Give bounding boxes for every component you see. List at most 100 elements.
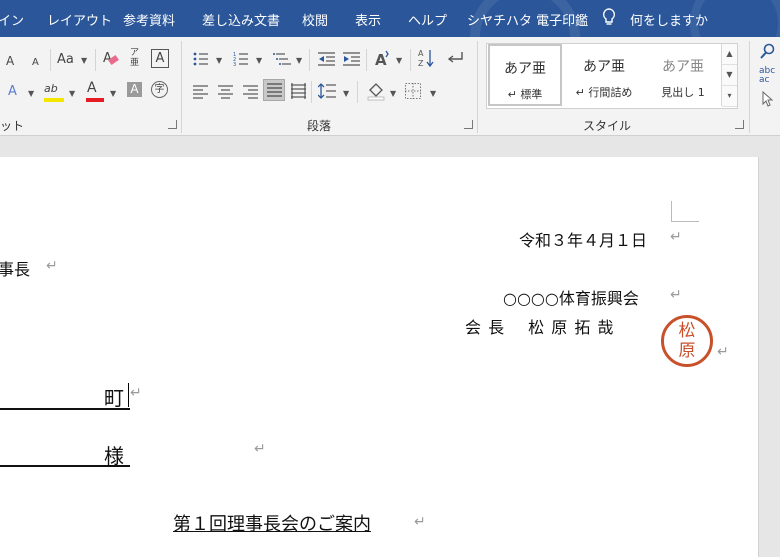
text-effects-button[interactable]: A — [8, 83, 17, 101]
style-normal[interactable]: あア亜 ↵ 標準 — [488, 44, 562, 106]
style-name: ↵ 行間詰め — [575, 86, 633, 99]
chevron-down-icon[interactable]: ▼ — [343, 89, 349, 98]
divider — [366, 49, 367, 71]
tab-mailings[interactable]: 差し込み文書 — [202, 10, 280, 29]
honorific: 様 — [104, 444, 124, 468]
seal-char: 原 — [678, 341, 696, 361]
phonetic-icon: 亜 — [130, 58, 140, 68]
enclose-characters-button[interactable]: A — [151, 49, 169, 68]
multilevel-list-icon[interactable] — [273, 51, 291, 71]
chevron-down-icon[interactable]: ▼ — [110, 89, 116, 98]
decrease-indent-icon[interactable] — [318, 51, 336, 71]
select-cursor-icon[interactable] — [762, 90, 774, 111]
borders-icon[interactable] — [405, 83, 421, 103]
divider — [95, 49, 96, 71]
replace-icon[interactable]: abc ac — [759, 67, 775, 85]
numbering-icon[interactable]: 123 — [233, 51, 249, 71]
bullets-icon[interactable] — [193, 51, 209, 71]
show-paragraph-marks-icon[interactable] — [446, 50, 464, 70]
recipient-title: 事長 — [0, 260, 31, 279]
sender-organization: ○○○○体育振興会 — [503, 289, 639, 308]
document-page[interactable]: 令和３年４月１日 ↵ 事長 ↵ ○○○○体育振興会 ↵ 会 長 松 原 拓 哉 … — [0, 157, 759, 557]
tab-help[interactable]: ヘルプ — [408, 10, 447, 29]
name-seal-stamp: 松 原 — [661, 315, 713, 367]
divider — [357, 81, 358, 103]
text-cursor — [128, 383, 129, 407]
menu-bar: イン レイアウト 参考資料 差し込み文書 校閲 表示 ヘルプ シヤチハタ 電子印… — [0, 0, 780, 92]
tab-design[interactable]: イン — [0, 10, 24, 29]
chevron-down-icon[interactable]: ▼ — [396, 56, 402, 65]
divider — [309, 49, 310, 71]
scroll-down-icon[interactable]: ▼ — [722, 65, 737, 86]
highlight-color-bar — [44, 98, 64, 102]
chevron-down-icon[interactable]: ▼ — [28, 89, 34, 98]
shrink-font-button[interactable]: A — [32, 54, 39, 72]
paragraph-dialog-launcher-icon[interactable] — [464, 120, 473, 129]
divider — [749, 41, 750, 133]
chevron-down-icon[interactable]: ▼ — [390, 89, 396, 98]
grow-font-button[interactable]: A — [6, 52, 14, 70]
chevron-down-icon[interactable]: ▼ — [430, 89, 436, 98]
scroll-up-icon[interactable]: ▲ — [722, 44, 737, 65]
lightbulb-icon[interactable] — [602, 8, 616, 30]
sort-icon[interactable]: AZ — [418, 48, 434, 72]
clear-formatting-button[interactable]: A — [103, 50, 119, 68]
document-area: 令和３年４月１日 ↵ 事長 ↵ ○○○○体育振興会 ↵ 会 長 松 原 拓 哉 … — [0, 136, 780, 557]
character-spacing-icon[interactable]: A — [372, 49, 392, 73]
svg-text:A: A — [375, 51, 387, 69]
increase-indent-icon[interactable] — [343, 51, 361, 71]
change-case-button[interactable]: Aa — [57, 51, 74, 69]
tab-references[interactable]: 参考資料 — [123, 10, 175, 29]
svg-text:3: 3 — [233, 62, 236, 67]
svg-text:A: A — [418, 49, 424, 58]
style-heading-1[interactable]: あア亜 見出し 1 — [644, 44, 722, 106]
svg-text:Z: Z — [418, 59, 424, 68]
paragraph-mark: ↵ — [254, 441, 266, 457]
font-color-button[interactable]: A — [87, 79, 97, 97]
align-right-icon[interactable] — [243, 84, 259, 103]
justify-button[interactable] — [263, 79, 285, 101]
chevron-down-icon[interactable]: ▼ — [81, 56, 87, 65]
enclosed-character-button[interactable]: 字 — [151, 81, 168, 98]
styles-scrollbar[interactable]: ▲ ▼ ▾ — [721, 44, 737, 107]
document-heading: 第１回理事長会のご案内 — [173, 514, 371, 535]
tab-layout[interactable]: レイアウト — [47, 10, 112, 29]
style-sample: あア亜 — [662, 59, 704, 75]
divider — [477, 41, 478, 133]
styles-group-label: スタイル — [583, 119, 632, 133]
align-center-icon[interactable] — [218, 84, 234, 103]
divider — [50, 49, 51, 71]
tab-review[interactable]: 校閲 — [302, 10, 328, 29]
chevron-down-icon[interactable]: ▼ — [69, 89, 75, 98]
font-dialog-launcher-icon[interactable] — [168, 120, 177, 129]
divider — [410, 49, 411, 71]
align-left-icon[interactable] — [193, 84, 209, 103]
town-suffix: 町 — [104, 386, 124, 410]
paragraph-mark: ↵ — [46, 258, 58, 274]
chevron-down-icon[interactable]: ▼ — [256, 56, 262, 65]
character-shading-button[interactable]: A — [127, 82, 142, 97]
tab-view[interactable]: 表示 — [355, 10, 381, 29]
shading-icon[interactable] — [366, 81, 386, 105]
paragraph-mark: ↵ — [130, 385, 142, 401]
phonetic-guide-button[interactable]: ア亜 — [130, 48, 139, 68]
find-icon[interactable] — [760, 43, 776, 63]
style-sample: あア亜 — [504, 61, 546, 77]
style-name: 見出し 1 — [661, 86, 705, 99]
chevron-down-icon[interactable]: ▼ — [216, 56, 222, 65]
paragraph-mark: ↵ — [717, 344, 729, 360]
paragraph-group-label: 段落 — [307, 119, 332, 133]
distributed-icon[interactable] — [291, 83, 307, 103]
clear-format-icon: A — [103, 51, 119, 66]
style-no-spacing[interactable]: あア亜 ↵ 行間詰め — [564, 44, 644, 106]
margin-corner-mark — [671, 201, 699, 222]
styles-dialog-launcher-icon[interactable] — [735, 120, 744, 129]
letter-date: 令和３年４月１日 — [519, 231, 648, 250]
chevron-down-icon[interactable]: ▼ — [296, 56, 302, 65]
highlight-button[interactable]: ab — [44, 80, 58, 98]
font-group-label: ット — [0, 119, 25, 133]
tab-shachihata[interactable]: シヤチハタ 電子印鑑 — [467, 10, 588, 29]
line-spacing-icon[interactable] — [317, 82, 336, 104]
tell-me-search[interactable]: 何をしますか — [630, 10, 708, 29]
more-styles-icon[interactable]: ▾ — [722, 86, 737, 107]
